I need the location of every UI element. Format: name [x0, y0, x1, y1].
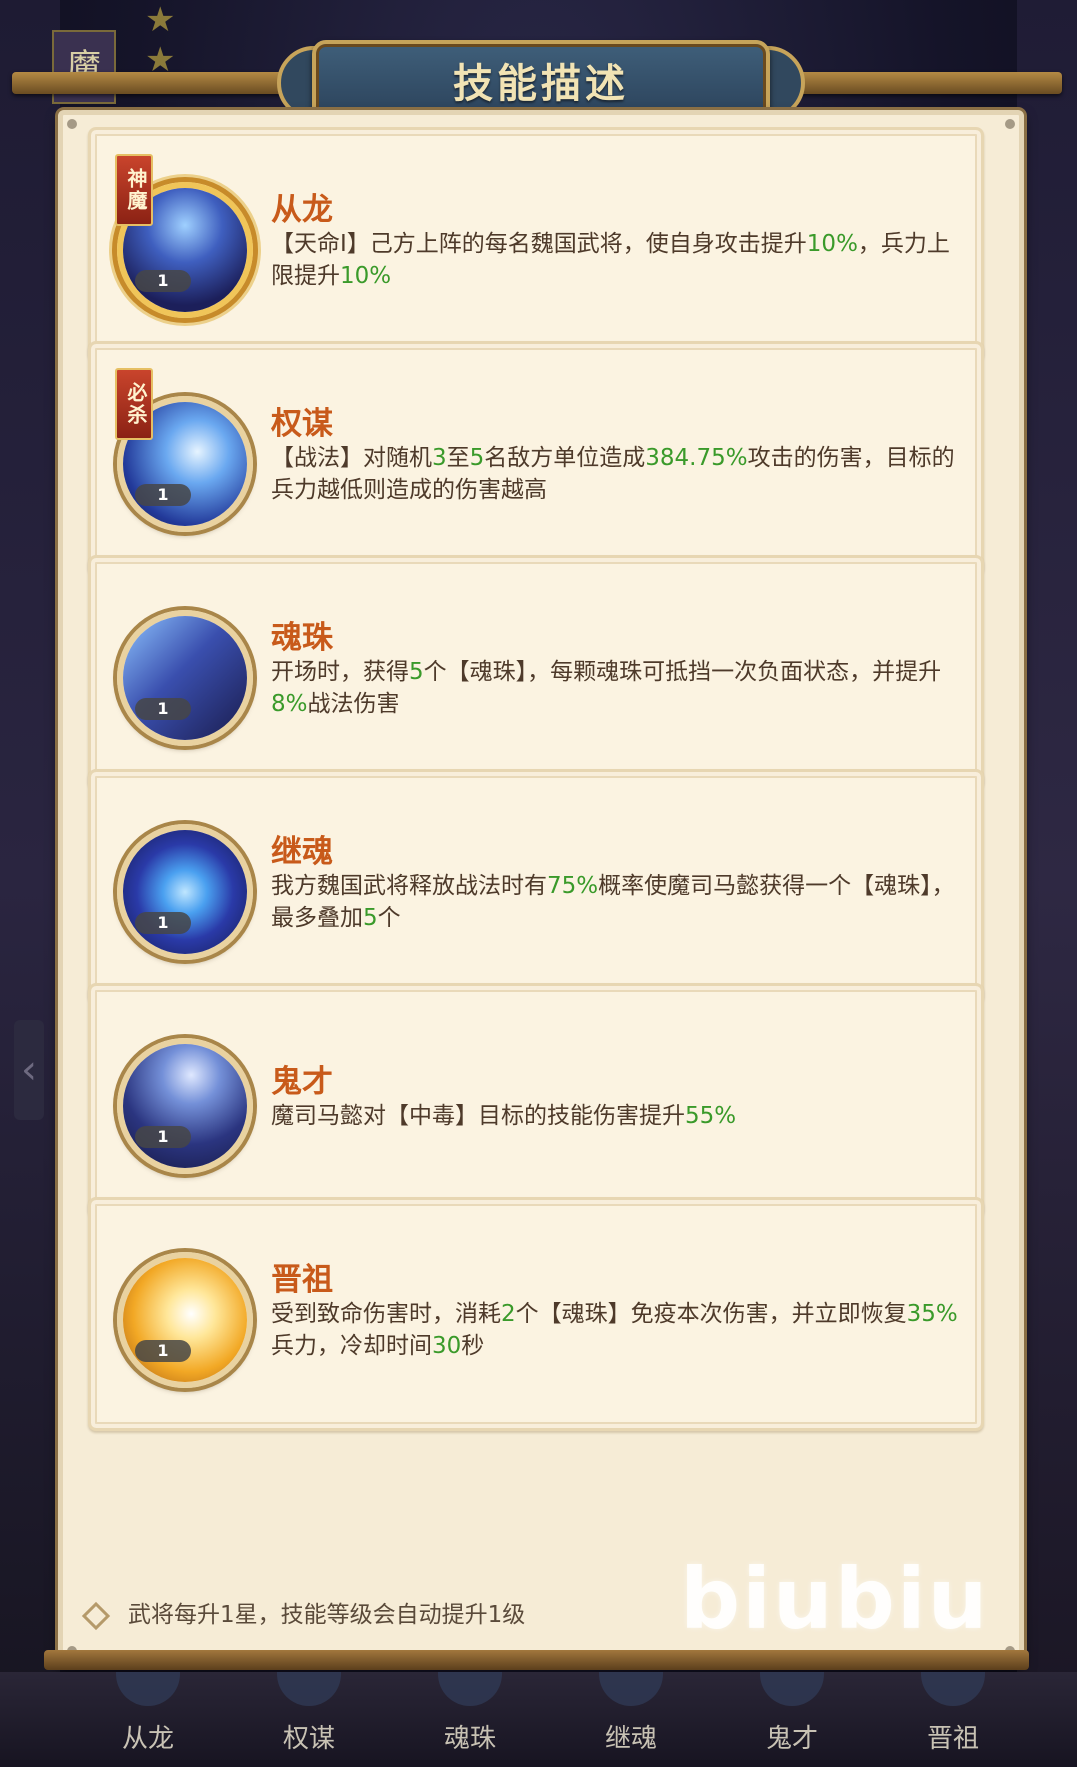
highlight-value: 75% [547, 873, 599, 899]
bottom-rod [44, 1650, 1029, 1670]
skill-name: 继魂 [271, 834, 333, 870]
description-text: 【天命Ⅰ】己方上阵的每名魏国武将，使自身攻击提升 [271, 231, 807, 257]
diamond-icon [81, 1601, 111, 1630]
description-text: 名敌方单位造成 [484, 445, 646, 471]
description-text: 战法伤害 [307, 691, 400, 717]
skill-description: 开场时，获得5个【魂珠】，每颗魂珠可抵挡一次负面状态，并提升 8%战法伤害 [271, 656, 961, 720]
bottom-tab[interactable]: 权谋 [229, 1672, 389, 1762]
skill-name: 晋祖 [271, 1262, 333, 1298]
description-text: 兵力，冷却时间 [271, 1333, 432, 1359]
bottom-tab-label: 继魂 [604, 1724, 657, 1754]
watermark: biubiu [680, 1550, 990, 1648]
skill-card[interactable]: 1 晋祖受到致命伤害时，消耗2个【魂珠】免疫本次伤害，并立即恢复35% 兵力，冷却时… [88, 1197, 984, 1431]
description-text: 我方魏国武将释放战法时有 [271, 873, 547, 899]
tab-skill-icon [760, 1672, 824, 1706]
skill-name: 魂珠 [271, 620, 333, 656]
skill-icon-art [123, 1258, 247, 1382]
description-text: 魔司马懿对【中毒】目标的技能伤害提升 [271, 1103, 685, 1129]
footer-note-text: 武将每升1星，技能等级会自动提升1级 [128, 1602, 526, 1628]
skill-description: 【战法】对随机3至5名敌方单位造成384.75%攻击的伤害，目标的兵力越低则造成… [271, 442, 961, 506]
skill-level-badge: 1 [135, 698, 191, 720]
description-text: 个【魂珠】免疫本次伤害，并立即恢复 [515, 1301, 907, 1327]
skill-level-badge: 1 [135, 912, 191, 934]
bottom-tab[interactable]: 魂珠 [390, 1672, 550, 1762]
bottom-tab-label: 从龙 [121, 1724, 174, 1754]
description-text: 个 [377, 905, 401, 931]
background-right [1017, 0, 1077, 1767]
skill-icon-art [123, 1044, 247, 1168]
skill-name: 从龙 [271, 192, 333, 228]
tab-skill-icon [599, 1672, 663, 1706]
tab-skill-icon [116, 1672, 180, 1706]
bottom-tab-label: 魂珠 [443, 1724, 496, 1754]
highlight-value: 30 [432, 1333, 462, 1359]
description-text: 受到致命伤害时，消耗 [271, 1301, 501, 1327]
bottom-tab[interactable]: 鬼才 [712, 1672, 872, 1762]
description-text: 秒 [461, 1333, 485, 1359]
bottom-tab-label: 鬼才 [765, 1724, 818, 1754]
skill-level-badge: 1 [135, 1340, 191, 1362]
highlight-value: 8% [271, 691, 308, 717]
skill-type-tag: 神魔 [115, 154, 153, 226]
highlight-value: 10% [806, 231, 858, 257]
skill-card[interactable]: 1 必杀 权谋 【战法】对随机3至5名敌方单位造成384.75%攻击的伤害，目标的兵力… [88, 341, 984, 575]
skill-card[interactable]: 1 魂珠开场时，获得5个【魂珠】，每颗魂珠可抵挡一次负面状态，并提升 8%战法伤害 [88, 555, 984, 789]
tab-skill-icon [438, 1672, 502, 1706]
skill-icon-art [123, 830, 247, 954]
bottom-tab-bar: 从龙 权谋 魂珠 继魂 鬼才 晋祖 [0, 1672, 1077, 1767]
highlight-value: 55% [685, 1103, 737, 1129]
highlight-value: 35% [906, 1301, 958, 1327]
skill-description: 【天命Ⅰ】己方上阵的每名魏国武将，使自身攻击提升10%，兵力上限提升10% [271, 228, 961, 292]
description-text: 开场时，获得 [271, 659, 409, 685]
bottom-tab-label: 晋祖 [926, 1724, 979, 1754]
bottom-tab-label: 权谋 [282, 1724, 335, 1754]
highlight-value: 10% [340, 263, 392, 289]
footer-note: 武将每升1星，技能等级会自动提升1级 [80, 1595, 525, 1635]
highlight-value: 2 [501, 1301, 516, 1327]
skill-icon-art [123, 616, 247, 740]
skill-level-badge: 1 [135, 484, 191, 506]
skill-type-tag: 必杀 [115, 368, 153, 440]
chevron-left-icon[interactable]: ‹ [14, 1020, 44, 1120]
skill-card[interactable]: 1 鬼才 魔司马懿对【中毒】目标的技能伤害提升55% [88, 983, 984, 1217]
moon-figure-icon: 1 [117, 1038, 253, 1174]
background-left [0, 0, 60, 1767]
skill-description: 魔司马懿对【中毒】目标的技能伤害提升55% [271, 1100, 961, 1132]
highlight-value: 384.75% [645, 445, 748, 471]
tab-skill-icon [277, 1672, 341, 1706]
highlight-value: 5 [469, 445, 485, 471]
highlight-value: 5 [409, 659, 424, 685]
highlight-value: 5 [363, 905, 378, 931]
skill-level-badge: 1 [135, 270, 191, 292]
skill-name: 权谋 [271, 406, 333, 442]
skill-description: 受到致命伤害时，消耗2个【魂珠】免疫本次伤害，并立即恢复35% 兵力，冷却时间30… [271, 1298, 961, 1362]
skill-level-badge: 1 [135, 1126, 191, 1148]
bottom-tab[interactable]: 从龙 [68, 1672, 228, 1762]
bottom-tab[interactable]: 晋祖 [873, 1672, 1033, 1762]
vortex-icon: 1 [117, 824, 253, 960]
swordsman-icon: 1 [117, 610, 253, 746]
pin-icon [1005, 119, 1015, 129]
highlight-value: 3 [432, 445, 447, 471]
bottom-tab[interactable]: 继魂 [551, 1672, 711, 1762]
skill-description: 我方魏国武将释放战法时有75%概率使魔司马懿获得一个【魂珠】，最多叠加5个 [271, 870, 961, 934]
pin-icon [67, 119, 77, 129]
golden-wing-icon: 1 [117, 1252, 253, 1388]
tab-skill-icon [921, 1672, 985, 1706]
description-text: 个【魂珠】，每颗魂珠可抵挡一次负面状态，并提升 [423, 659, 942, 685]
description-text: 至 [446, 445, 470, 471]
description-text: 【战法】对随机 [271, 445, 432, 471]
skill-card[interactable]: 1 继魂 我方魏国武将释放战法时有75%概率使魔司马懿获得一个【魂珠】，最多叠加5个 [88, 769, 984, 1003]
skill-name: 鬼才 [271, 1064, 333, 1100]
skill-card[interactable]: 1 神魔从龙 【天命Ⅰ】己方上阵的每名魏国武将，使自身攻击提升10%，兵力上限提升1… [88, 127, 984, 361]
